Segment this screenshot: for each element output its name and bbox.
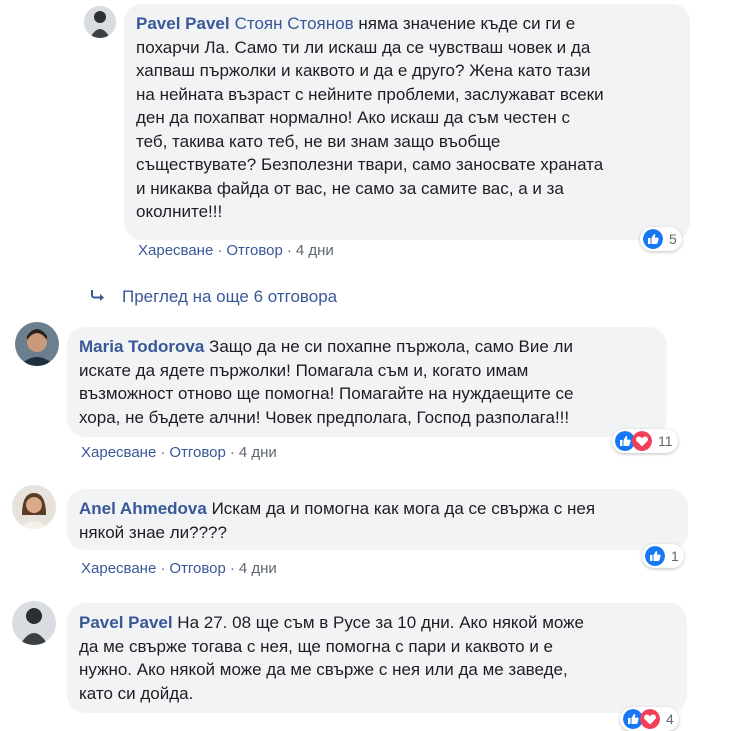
comment-text-line: няма значение къде си ги е <box>353 14 576 33</box>
comment-text-line: съществувате? Безполезни твари, само зан… <box>136 155 604 174</box>
comment-bubble: Pavel Pavel Стоян Стоянов няма значение к… <box>124 4 690 240</box>
comment-text-line: да ме свърже тогава с нея, ще помогна с … <box>79 636 554 656</box>
separator-dot: · <box>160 560 166 577</box>
avatar[interactable] <box>12 601 56 645</box>
avatar[interactable] <box>84 6 116 38</box>
separator-dot: · <box>286 242 292 259</box>
comment-author[interactable]: Maria Todorova <box>79 337 204 356</box>
comment-text-line: хора, не бъдете алчни! Човек предполага,… <box>79 407 570 427</box>
person-silhouette-icon <box>12 601 56 645</box>
comment-bubble: Pavel Pavel На 27. 08 ще съм в Русе за 1… <box>67 603 687 713</box>
timestamp[interactable]: 4 дни <box>239 444 277 461</box>
reaction-count: 5 <box>669 231 677 247</box>
timestamp[interactable]: 4 дни <box>239 560 277 577</box>
person-silhouette-icon <box>84 6 116 38</box>
comment-text-line: хапваш пържолки и каквото и да е друго? … <box>136 61 591 80</box>
comment-text-line: някой знае ли???? <box>79 522 227 542</box>
love-reaction-icon <box>632 431 652 451</box>
comment-text-line: похарчи Ла. Само ти ли искаш да се чувст… <box>136 37 591 57</box>
comment-text-line: Искам да и помогна как мога да се свържа… <box>206 499 596 518</box>
like-link[interactable]: Харесване <box>81 444 156 461</box>
comment-text-line: на нейната възраст с нейните проблеми, з… <box>136 84 604 104</box>
comment-text-line: теб, такива като теб, не ви знам защо въ… <box>136 131 501 151</box>
like-reaction-icon <box>645 546 665 566</box>
comment-author[interactable]: Pavel Pavel <box>79 613 173 632</box>
comment-bubble: Maria Todorova Защо да не си похапне пър… <box>67 327 667 437</box>
person-photo-icon <box>12 485 56 529</box>
reply-arrow-icon <box>91 290 104 301</box>
view-more-replies[interactable]: Преглед на още 6 отговора <box>90 287 337 307</box>
comment-actions: Харесване · Отговор · 4 дни <box>81 444 277 461</box>
comment-text-line: На 27. 08 ще съм в Русе за 10 дни. Ако н… <box>172 613 585 632</box>
reaction-count: 11 <box>658 433 673 449</box>
comment-text-line: искате да ядете пържолки! Помагала съм и… <box>79 360 529 380</box>
avatar[interactable] <box>12 485 56 529</box>
avatar[interactable] <box>15 322 59 366</box>
love-reaction-icon <box>640 709 660 729</box>
reply-link[interactable]: Отговор <box>169 560 226 577</box>
like-reaction-icon <box>643 229 663 249</box>
comment-author[interactable]: Pavel Pavel <box>136 14 230 33</box>
timestamp[interactable]: 4 дни <box>296 242 334 259</box>
comment-author[interactable]: Anel Ahmedova <box>79 499 207 518</box>
comment-actions: Харесване · Отговор · 4 дни <box>81 560 277 577</box>
reply-link[interactable]: Отговор <box>226 242 283 259</box>
comment-text-line: нужно. Ако някой може да ме свърже с нея… <box>79 660 568 679</box>
comment-text-line: като си дойда. <box>79 683 194 703</box>
reaction-summary[interactable]: 1 <box>642 544 684 568</box>
comment-text-line: Защо да не си похапне пържола, само Вие … <box>204 337 573 356</box>
person-photo-icon <box>15 322 59 366</box>
comment-actions: Харесване · Отговор · 4 дни <box>138 242 334 259</box>
reaction-summary[interactable]: 5 <box>640 227 682 251</box>
view-more-label: Преглед на още 6 отговора <box>122 287 338 306</box>
reply-link[interactable]: Отговор <box>169 444 226 461</box>
reaction-count: 1 <box>671 548 679 564</box>
separator-dot: · <box>229 560 235 577</box>
comment-text-line: ден да похапват нормално! Ако искаш да с… <box>136 108 570 127</box>
comment-text-line: околните!!! <box>136 202 223 221</box>
like-link[interactable]: Харесване <box>81 560 156 577</box>
separator-dot: · <box>217 242 223 259</box>
like-link[interactable]: Харесване <box>138 242 213 259</box>
reaction-summary[interactable]: 4 <box>620 707 679 731</box>
comment-bubble: Anel Ahmedova Искам да и помогна как мог… <box>67 489 688 550</box>
mention-link[interactable]: Стоян Стоянов <box>235 14 354 33</box>
reaction-summary[interactable]: 11 <box>612 429 678 453</box>
comment-text-line: възможност отново ще помогна! Помагайте … <box>79 384 574 403</box>
comment-text-line: и никаква файда от вас, не само за самит… <box>136 178 564 198</box>
separator-dot: · <box>160 444 166 461</box>
separator-dot: · <box>229 444 235 461</box>
